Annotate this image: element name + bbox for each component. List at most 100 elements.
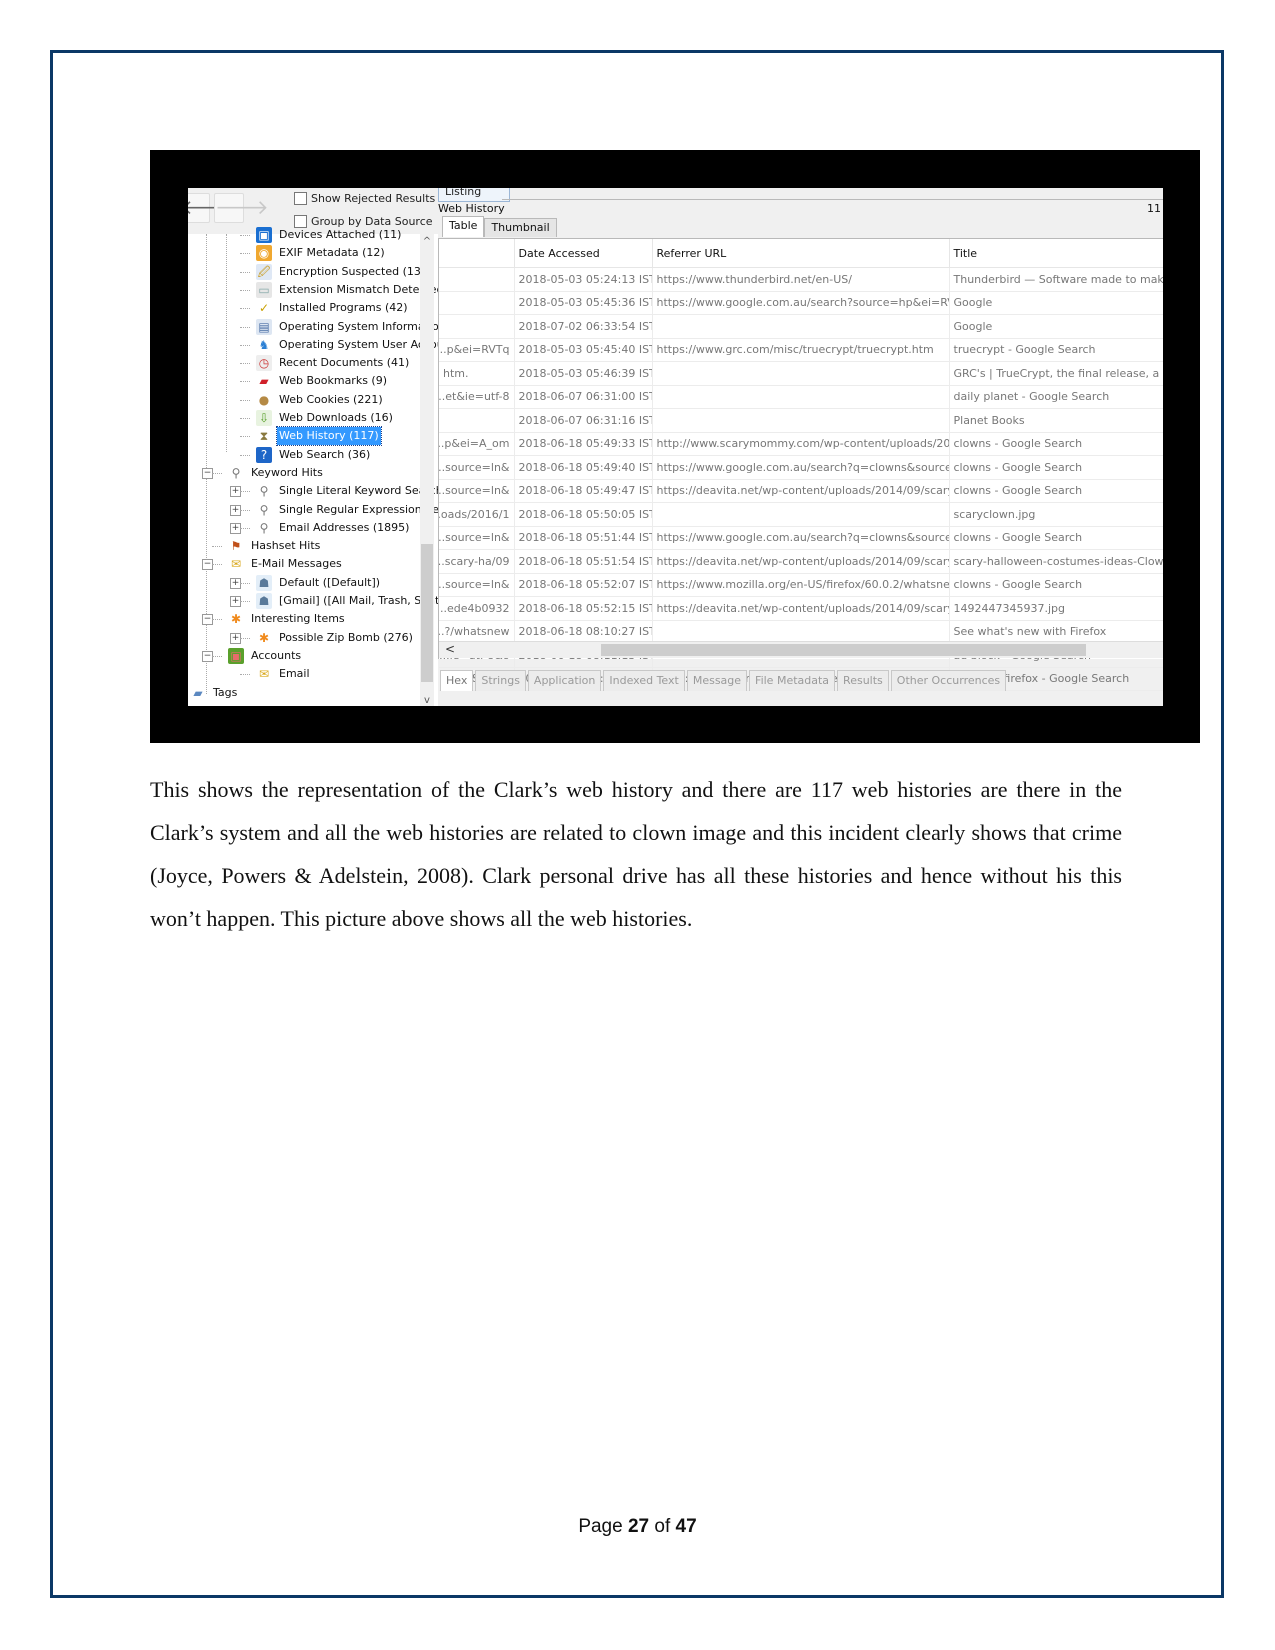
tree-item[interactable]: ⚲ Keyword Hits: [228, 464, 325, 482]
show-rejected-checkbox[interactable]: Show Rejected Results: [294, 192, 435, 205]
tab-table[interactable]: Table: [442, 216, 485, 237]
table-row[interactable]: ede4b0932...2018-06-18 05:52:15 ISThttps…: [439, 596, 1163, 621]
tree-item[interactable]: ◉ EXIF Metadata (12): [256, 244, 387, 262]
scroll-left-icon[interactable]: <: [445, 642, 455, 656]
tree-item[interactable]: ✓ Installed Programs (42): [256, 299, 410, 317]
forward-arrow-icon[interactable]: 🡒: [214, 193, 269, 223]
tab-thumbnail[interactable]: Thumbnail: [484, 218, 557, 237]
tree-item-label: Extension Mismatch Detected (1: [279, 282, 438, 296]
cell-url: &source=ln...: [439, 526, 515, 550]
tree-item[interactable]: ⇩ Web Downloads (16): [256, 409, 395, 427]
tree-item[interactable]: ✱ Interesting Items: [228, 610, 347, 628]
cell-title: clowns - Google Search: [949, 573, 1163, 597]
divider: [502, 199, 1163, 200]
tree-item[interactable]: ? Web Search (36): [256, 446, 372, 464]
table-row[interactable]: 2018-07-02 06:33:54 IST Google: [439, 314, 1163, 339]
tree-item[interactable]: ✉ Email: [256, 665, 312, 683]
cell-referrer-url: https://www.google.com.au/search?q=clown…: [652, 526, 950, 550]
cell-referrer-url: [652, 620, 950, 644]
table-row[interactable]: 2018-05-03 05:45:36 IST https://www.googl…: [439, 291, 1163, 315]
table-row[interactable]: oads/2016/1...2018-06-18 05:50:05 IST sca…: [439, 502, 1163, 527]
tab-message[interactable]: Message: [686, 670, 748, 691]
table-row[interactable]: p&ei=A_om...2018-06-18 05:49:33 ISThttp:…: [439, 432, 1163, 456]
cell-date-accessed: 2018-06-07 06:31:16 IST: [514, 408, 653, 433]
scrollbar-thumb[interactable]: [601, 644, 1086, 656]
tree-item[interactable]: ▰ Web Bookmarks (9): [256, 372, 389, 390]
tree-connector: [240, 418, 250, 419]
encrypted-file-icon: 🖉: [256, 263, 272, 280]
tree-connector: [240, 399, 250, 401]
content-viewer-tabs: Hex Strings Application Indexed Text Message…: [440, 670, 1007, 691]
column-header-referrer-url[interactable]: Referrer URL: [652, 239, 950, 268]
tree-item[interactable]: ◷ Recent Documents (41): [256, 354, 411, 372]
tree-item[interactable]: ✱ Possible Zip Bomb (276): [256, 629, 415, 647]
column-header-date-accessed[interactable]: Date Accessed: [514, 239, 653, 268]
cell-date-accessed: 2018-07-02 06:33:54 IST: [514, 314, 653, 339]
tree-item[interactable]: ⚲ Email Addresses (1895): [256, 519, 411, 537]
accounts-icon: ▣: [228, 647, 244, 664]
tab-indexed-text[interactable]: Indexed Text: [603, 670, 685, 691]
cell-title: clowns - Google Search: [949, 432, 1163, 456]
web-history-table: Date Accessed Referrer URL Title 2018-05…: [439, 239, 1163, 691]
column-header-url[interactable]: [439, 239, 515, 268]
back-arrow-icon[interactable]: 🡐: [188, 193, 235, 223]
magnifier-icon: ⚲: [256, 501, 272, 518]
tree-item[interactable]: 🖉 Encryption Suspected (13): [256, 263, 427, 281]
table-row[interactable]: 2018-05-03 05:24:13 IST https://www.thund…: [439, 267, 1163, 292]
tree-item[interactable]: ▤ Operating System Information (: [256, 318, 438, 336]
recent-docs-icon: ◷: [256, 355, 272, 372]
table-row[interactable]: &source=ln...2018-06-18 05:49:40 ISThttp…: [439, 455, 1163, 480]
tab-file-metadata[interactable]: File Metadata: [749, 670, 836, 691]
cell-date-accessed: 2018-05-03 05:45:40 IST: [514, 338, 653, 362]
tree-item[interactable]: ▭ Extension Mismatch Detected (1: [256, 281, 438, 299]
table-row[interactable]: &source=ln...2018-06-18 05:49:47 ISThttp…: [439, 479, 1163, 503]
table-row[interactable]: p&ei=RVTq...2018-05-03 05:45:40 ISThttps…: [439, 338, 1163, 362]
table-row[interactable]: whatsnew/?...2018-06-18 08:10:27 IST See …: [439, 620, 1163, 644]
cell-url: [439, 267, 515, 292]
tree-connector: [240, 527, 250, 529]
asterisk-icon: ✱: [228, 611, 244, 628]
table-row[interactable]: .htm 2018-05-03 05:46:39 IST GRC's | TrueC…: [439, 361, 1163, 386]
checkbox-box[interactable]: [294, 192, 307, 205]
magnifier-icon: ⚲: [256, 483, 272, 500]
tree-vertical-scrollbar[interactable]: ^ v: [420, 234, 434, 706]
cell-url: &source=ln...: [439, 573, 515, 597]
column-header-title[interactable]: Title: [949, 239, 1163, 268]
tab-hex[interactable]: Hex: [440, 670, 474, 691]
tree-item[interactable]: ⚲ Single Literal Keyword Search (0: [256, 482, 438, 500]
table-row[interactable]: et&ie=utf-8...2018-06-07 06:31:00 IST dai…: [439, 385, 1163, 409]
tree-item[interactable]: ☗ [Gmail] ([All Mail, Trash, Sent Ma: [256, 592, 438, 610]
tab-application[interactable]: Application: [527, 670, 602, 691]
tree-item[interactable]: ▣ Accounts: [228, 647, 303, 665]
tree-connector: [212, 546, 222, 548]
tree-item[interactable]: ⚑ Hashset Hits: [228, 537, 322, 555]
tree-item[interactable]: ♞ Operating System User Account: [256, 336, 438, 354]
scroll-up-icon[interactable]: ^: [420, 236, 434, 247]
tab-strings[interactable]: Strings: [475, 670, 526, 691]
tab-other-occurrences[interactable]: Other Occurrences: [890, 670, 1007, 691]
tree-item[interactable]: ● Web Cookies (221): [256, 391, 385, 409]
tree-item[interactable]: ☗ Default ([Default]): [256, 574, 382, 592]
tab-results[interactable]: Results: [837, 670, 889, 691]
tree-item-label: Web Bookmarks (9): [279, 374, 388, 388]
tree-connector: [212, 564, 222, 566]
table-row[interactable]: 09/scary-ha...2018-06-18 05:51:54 ISThtt…: [439, 549, 1163, 574]
cell-date-accessed: 2018-06-18 05:51:44 IST: [514, 526, 653, 550]
tree-item-label: Web Cookies (221): [279, 392, 383, 406]
table-row[interactable]: &source=ln...2018-06-18 05:51:44 ISThttp…: [439, 526, 1163, 550]
tree-item[interactable]: ⧗ Web History (117): [256, 426, 382, 447]
tab-listing[interactable]: Listing: [438, 188, 510, 202]
cell-date-accessed: 2018-05-03 05:45:36 IST: [514, 291, 653, 315]
help-search-icon: ?: [256, 446, 272, 463]
cell-url: .htm: [439, 361, 515, 386]
scrollbar-thumb[interactable]: [421, 544, 433, 682]
table-row[interactable]: 2018-06-07 06:31:16 IST Planet Books: [439, 408, 1163, 433]
cell-title: 1492447345937.jpg: [949, 596, 1163, 621]
tree-item[interactable]: ⚲ Single Regular Expression Searc: [256, 501, 438, 519]
table-horizontal-scrollbar[interactable]: <: [439, 641, 1163, 658]
tree-item[interactable]: ▰ Tags: [190, 684, 239, 702]
table-row[interactable]: &source=ln...2018-06-18 05:52:07 ISThttp…: [439, 573, 1163, 597]
scroll-down-icon[interactable]: v: [420, 695, 434, 706]
tree-item[interactable]: ▣ Devices Attached (11): [256, 226, 403, 244]
tree-item[interactable]: ✉ E-Mail Messages: [228, 555, 344, 573]
